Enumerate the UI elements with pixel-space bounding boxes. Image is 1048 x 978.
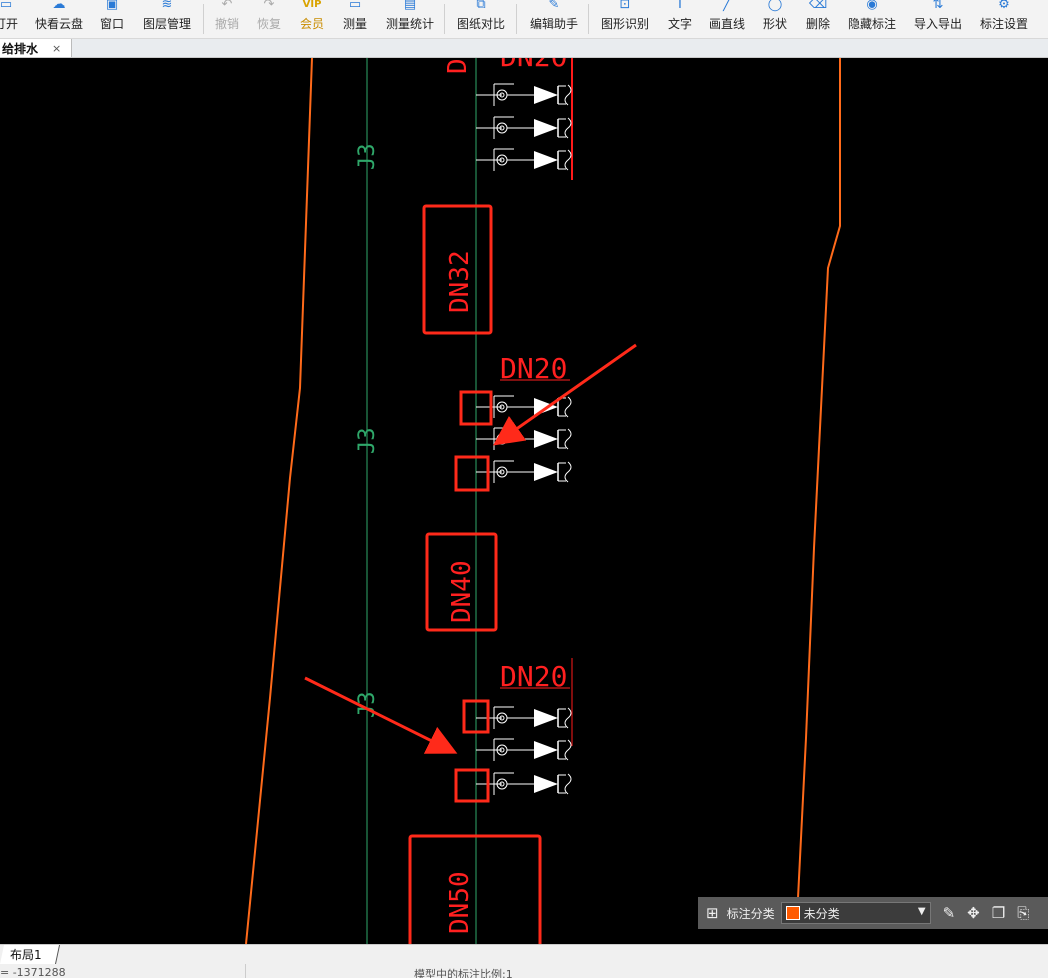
window-button[interactable]: ▣ 窗口	[100, 0, 124, 38]
selected-category: 未分类	[803, 906, 840, 921]
import-export-button[interactable]: ⇅ 导入导出	[914, 0, 962, 38]
main-toolbar: ▭ 打开 ☁ 快看云盘 ▣ 窗口 ≋ 图层管理 ↶ 撤销 ↷ 恢复 VIP 会员…	[0, 0, 1048, 39]
toolbar-divider	[588, 4, 589, 34]
chevron-down-icon: ▼	[917, 906, 926, 917]
window-icon: ▣	[105, 0, 119, 12]
fixture-symbol	[475, 772, 572, 796]
text-icon: T	[676, 0, 684, 12]
pipe-label-j3: J3	[355, 428, 380, 455]
category-color-swatch	[785, 906, 800, 920]
layout-tab-label: 布局1	[10, 948, 42, 962]
status-divider	[245, 964, 246, 978]
text-button[interactable]: T 文字	[668, 0, 692, 38]
hide-annotation-button[interactable]: ◉ 隐藏标注	[848, 0, 896, 38]
document-tab-bar: 给排水 ×	[0, 39, 1048, 58]
close-icon[interactable]: ×	[52, 42, 61, 55]
measure-stats-icon: ▤	[403, 0, 417, 12]
fixture-symbol	[475, 738, 572, 762]
pipe-size-label-dn50: DN50	[445, 871, 475, 934]
boundary-line-right	[797, 58, 841, 899]
fixture-symbol	[475, 706, 572, 730]
annotation-box-small	[454, 768, 490, 803]
vip-icon: VIP	[302, 0, 322, 10]
branch-size-label: DN20	[500, 58, 567, 73]
shape-recognition-icon: ⊡	[619, 0, 631, 12]
redo-button[interactable]: ↷ 恢复	[257, 0, 281, 38]
fixture-symbol	[475, 460, 572, 484]
undo-button[interactable]: ↶ 撤销	[215, 0, 239, 38]
annotation-category-label: 标注分类	[726, 906, 775, 921]
toolbar-divider	[444, 4, 445, 34]
annotation-category-select[interactable]: 未分类 ▼	[780, 902, 931, 924]
category-grid-icon: ⊞	[706, 904, 719, 922]
annotation-settings-button[interactable]: ⚙ 标注设置	[980, 0, 1028, 38]
draw-line-icon: ╱	[723, 0, 731, 12]
clipped-label-fragment: D	[443, 58, 473, 74]
fixture-symbol	[475, 83, 572, 107]
layer-manager-button[interactable]: ≋ 图层管理	[143, 0, 191, 38]
fixture-symbol	[475, 116, 572, 140]
hide-annotation-icon: ◉	[866, 0, 878, 12]
shape-icon: ◯	[767, 0, 783, 12]
pipe-label-j3: J3	[355, 144, 380, 171]
annotation-box-small	[454, 455, 490, 492]
measure-stats-button[interactable]: ▤ 测量统计	[386, 0, 434, 38]
cloud-disk-icon: ☁	[52, 0, 66, 12]
tab-drainage[interactable]: 给排水 ×	[0, 39, 72, 57]
compare-drawing-icon: ⧉	[476, 0, 486, 12]
measure-button[interactable]: ▭ 测量	[343, 0, 367, 38]
annotation-settings-icon: ⚙	[998, 0, 1010, 12]
layers-icon: ≋	[161, 0, 173, 12]
draw-line-button[interactable]: ╱ 画直线	[709, 0, 745, 38]
folder-open-icon: ▭	[0, 0, 13, 12]
compare-drawing-button[interactable]: ⧉ 图纸对比	[457, 0, 505, 38]
cloud-disk-button[interactable]: ☁ 快看云盘	[35, 0, 83, 38]
import-export-icon: ⇅	[932, 0, 944, 12]
toolbar-divider	[516, 4, 517, 34]
annotation-panel: ⊞ 标注分类 未分类 ▼ ✎ ✥ ❐ ⎘	[698, 897, 1048, 929]
status-bar: = -1371288 模型中的标注比例:1	[0, 964, 1048, 978]
tab-layout1[interactable]: 布局1	[0, 945, 61, 964]
toolbar-divider	[203, 4, 204, 34]
edit-assistant-icon: ✎	[548, 0, 560, 12]
pipe-size-label-dn40: DN40	[447, 560, 477, 623]
annotation-arrow	[304, 676, 458, 754]
edit-assistant-button[interactable]: ✎ 编辑助手	[530, 0, 578, 38]
shape-recognition-button[interactable]: ⊡ 图形识别	[601, 0, 649, 38]
paste-icon[interactable]: ⎘	[1017, 904, 1029, 922]
fixture-symbol	[475, 427, 572, 451]
drawing-canvas[interactable]: J3 J3 J3 DN20 DN20 DN20 D DN32 DN40 DN50	[0, 58, 1048, 944]
delete-button[interactable]: ⌫ 删除	[806, 0, 830, 38]
fixture-symbol	[475, 148, 572, 172]
cad-drawing: J3 J3 J3 DN20 DN20 DN20 D DN32 DN40 DN50	[245, 58, 841, 944]
copy-icon[interactable]: ❐	[992, 904, 1005, 922]
eraser-icon: ⌫	[808, 0, 828, 12]
move-icon[interactable]: ✥	[967, 904, 980, 922]
annotation-box	[408, 834, 542, 944]
pipe-size-label-dn32: DN32	[445, 250, 475, 313]
tab-title: 给排水	[2, 41, 39, 56]
vip-button[interactable]: VIP 会员	[300, 0, 324, 38]
layout-tab-bar: 布局1	[0, 944, 1048, 964]
boundary-line-left	[245, 58, 313, 944]
annotation-scale-text: 模型中的标注比例:1	[414, 968, 513, 978]
edit-annotation-icon[interactable]: ✎	[943, 904, 956, 922]
ruler-icon: ▭	[348, 0, 362, 12]
coordinate-readout: = -1371288	[0, 966, 66, 978]
undo-icon: ↶	[221, 0, 233, 12]
shape-button[interactable]: ◯ 形状	[763, 0, 787, 38]
redo-icon: ↷	[263, 0, 275, 12]
open-button[interactable]: ▭ 打开	[0, 0, 18, 38]
